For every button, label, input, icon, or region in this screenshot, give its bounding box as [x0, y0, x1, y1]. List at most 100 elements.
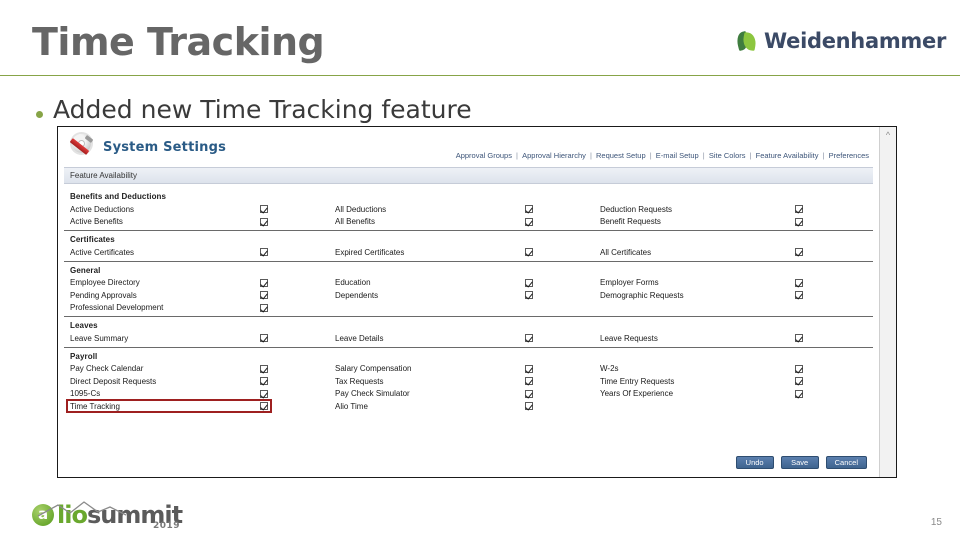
feature-cell: Active Deductions: [64, 203, 329, 216]
feature-checkbox[interactable]: [525, 389, 533, 398]
undo-button[interactable]: Undo: [735, 456, 774, 469]
feature-label: Expired Certificates: [335, 247, 405, 257]
feature-label: Direct Deposit Requests: [70, 376, 157, 386]
feature-cell: Tax Requests: [329, 375, 594, 388]
feature-checkbox[interactable]: [525, 364, 533, 373]
nav-separator: |: [647, 151, 654, 160]
feature-label: Deduction Requests: [600, 204, 673, 214]
feature-checkbox[interactable]: [260, 248, 268, 257]
feature-checkbox[interactable]: [525, 248, 533, 257]
bullet-dot-icon: [36, 111, 43, 118]
chevron-up-icon[interactable]: ^: [880, 127, 896, 142]
feature-checkbox[interactable]: [525, 278, 533, 287]
feature-checkbox[interactable]: [525, 291, 533, 300]
feature-checkbox[interactable]: [795, 364, 803, 373]
feature-checkbox[interactable]: [260, 334, 268, 343]
nav-separator: |: [820, 151, 827, 160]
feature-cell: Professional Development: [64, 302, 329, 315]
summit-year: 2019: [152, 521, 181, 531]
feature-checkbox[interactable]: [795, 217, 803, 226]
feature-cell-empty: [594, 302, 873, 315]
feature-cell: Expired Certificates: [329, 246, 594, 259]
feature-checkbox[interactable]: [795, 389, 803, 398]
feature-checkbox[interactable]: [260, 303, 268, 312]
feature-label: Salary Compensation: [335, 364, 412, 374]
mountain-icon: [37, 501, 127, 517]
feature-checkbox[interactable]: [525, 205, 533, 214]
feature-checkbox[interactable]: [260, 205, 268, 214]
feature-availability-panel: Benefits and Deductions Active Deductions…: [64, 188, 873, 415]
feature-label: Time Entry Requests: [600, 376, 675, 386]
feature-label: Dependents: [335, 290, 379, 300]
nav-link-feature-availability[interactable]: Feature Availability: [755, 151, 820, 160]
feature-cell: Leave Details: [329, 332, 594, 345]
nav-link-approval-hierarchy[interactable]: Approval Hierarchy: [521, 151, 587, 160]
gear-screwdriver-icon: [68, 133, 98, 161]
feature-cell: Active Certificates: [64, 246, 329, 259]
feature-checkbox[interactable]: [795, 205, 803, 214]
feature-checkbox[interactable]: [260, 389, 268, 398]
feature-label: Alio Time: [335, 401, 368, 411]
feature-cell: 1095-Cs: [64, 388, 329, 401]
feature-grid: Active Deductions All Deductions Deduction…: [64, 203, 873, 228]
feature-label: Employer Forms: [600, 278, 659, 288]
page-title: Time Tracking: [32, 20, 325, 64]
feature-checkbox[interactable]: [260, 291, 268, 300]
nav-link-e-mail-setup[interactable]: E-mail Setup: [655, 151, 700, 160]
feature-cell: Leave Requests: [594, 332, 873, 345]
feature-cell: Deduction Requests: [594, 203, 873, 216]
feature-label: Leave Summary: [70, 333, 129, 343]
feature-cell: Employer Forms: [594, 277, 873, 290]
feature-checkbox[interactable]: [525, 402, 533, 411]
feature-checkbox[interactable]: [260, 278, 268, 287]
feature-checkbox[interactable]: [260, 377, 268, 386]
action-buttons: Undo Save Cancel: [735, 456, 867, 469]
app-title: System Settings: [103, 139, 227, 155]
feature-checkbox[interactable]: [260, 217, 268, 226]
feature-checkbox[interactable]: [795, 377, 803, 386]
feature-availability-bar: Feature Availability: [64, 167, 873, 184]
bullet-item: Added new Time Tracking feature: [36, 95, 472, 124]
feature-checkbox[interactable]: [260, 402, 268, 411]
feature-group-title: Certificates: [70, 235, 115, 244]
feature-checkbox[interactable]: [260, 364, 268, 373]
vertical-scrollbar[interactable]: ^: [879, 127, 896, 477]
feature-checkbox[interactable]: [795, 291, 803, 300]
feature-label: Benefit Requests: [600, 217, 661, 227]
app-screenshot: System Settings Approval Groups | Approv…: [57, 126, 897, 478]
nav-link-preferences[interactable]: Preferences: [828, 151, 870, 160]
feature-group-title: Leaves: [70, 321, 98, 330]
nav-link-request-setup[interactable]: Request Setup: [595, 151, 647, 160]
leaf-logo-icon: [735, 30, 758, 52]
feature-group: Certificates Active Certificates Expired C…: [64, 231, 873, 262]
feature-checkbox[interactable]: [525, 377, 533, 386]
feature-group: Payroll Pay Check Calendar Salary Compensa…: [64, 348, 873, 415]
feature-group-title: General: [70, 265, 101, 275]
app-window: System Settings Approval Groups | Approv…: [58, 127, 879, 477]
feature-label: W-2s: [600, 364, 619, 374]
feature-cell: Salary Compensation: [329, 363, 594, 376]
feature-label: All Deductions: [335, 204, 387, 214]
weidenhammer-logo: Weidenhammer: [735, 29, 946, 53]
feature-label: Pending Approvals: [70, 290, 137, 300]
feature-cell: All Deductions: [329, 203, 594, 216]
feature-checkbox[interactable]: [795, 334, 803, 343]
save-button[interactable]: Save: [780, 456, 819, 469]
feature-checkbox[interactable]: [795, 248, 803, 257]
feature-cell: Leave Summary: [64, 332, 329, 345]
feature-checkbox[interactable]: [525, 334, 533, 343]
feature-label: Demographic Requests: [600, 290, 684, 300]
nav-separator: |: [513, 151, 521, 160]
feature-label: Active Deductions: [70, 204, 135, 214]
nav-link-approval-groups[interactable]: Approval Groups: [455, 151, 513, 160]
feature-label: All Benefits: [335, 217, 376, 227]
nav-link-site-colors[interactable]: Site Colors: [708, 151, 747, 160]
feature-label: Pay Check Calendar: [70, 364, 144, 374]
feature-cell: Time Entry Requests: [594, 375, 873, 388]
feature-checkbox[interactable]: [525, 217, 533, 226]
feature-label: Active Certificates: [70, 247, 135, 257]
cancel-button[interactable]: Cancel: [825, 456, 867, 469]
feature-cell: W-2s: [594, 363, 873, 376]
feature-checkbox[interactable]: [795, 278, 803, 287]
feature-cell: Time Tracking: [64, 399, 329, 413]
